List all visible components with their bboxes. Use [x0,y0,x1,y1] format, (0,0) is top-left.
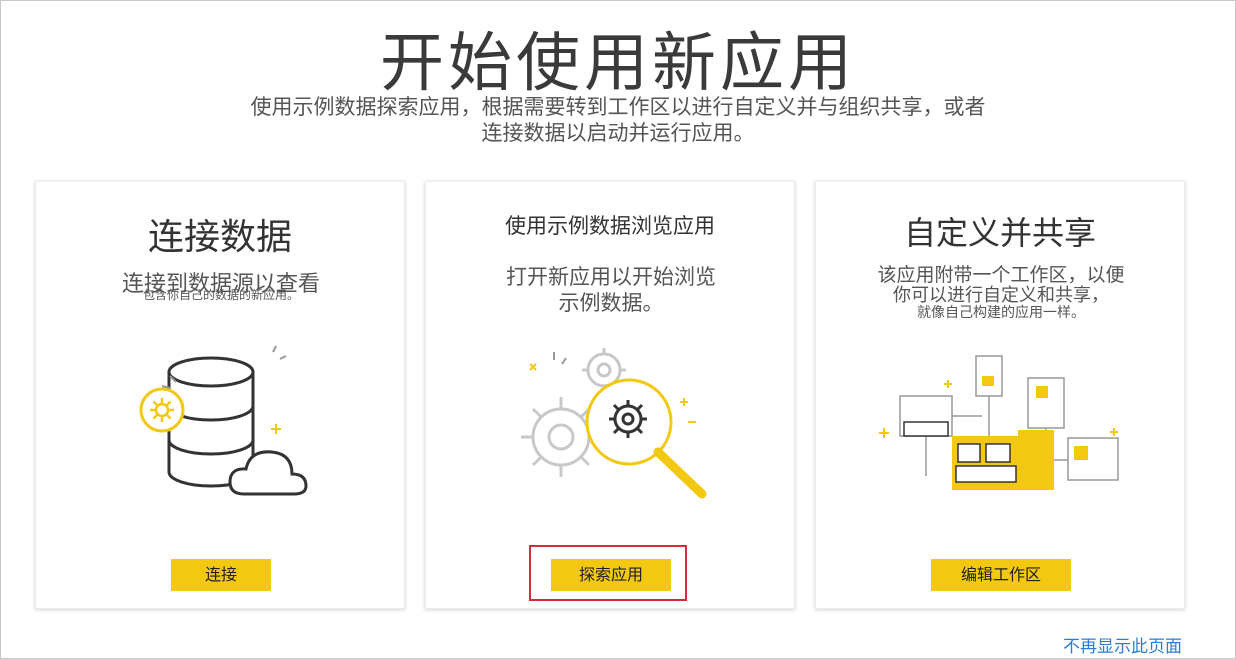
dont-show-again-link[interactable]: 不再显示此页面 [1063,632,1182,657]
card-desc-line-3: 就像自己构建的应用一样。 [917,305,1085,321]
card-desc-line-1: 打开新应用以开始浏览 [506,265,716,289]
card-connect-data: 连接数据 连接到数据源以查看 包含你自己的数据的新应用。 连接 [35,181,405,609]
card-title: 连接数据 [147,217,292,258]
subtitle-line-2: 连接数据以启动并运行应用。 [481,121,755,145]
card-title: 自定义并共享 [903,214,1096,252]
page-title: 开始使用新应用 [380,27,856,101]
card-desc-line-2: 包含你自己的数据的新应用。 [142,288,299,302]
edit-workspace-button[interactable]: 编辑工作区 [931,559,1071,591]
subtitle-line-1: 使用示例数据探索应用，根据需要转到工作区以进行自定义并与组织共享，或者 [250,95,986,119]
page-subtitle: 使用示例数据探索应用，根据需要转到工作区以进行自定义并与组织共享，或者 连接数据… [150,94,1086,146]
card-customize-share: 自定义并共享 该应用附带一个工作区，以便 你可以进行自定义和共享， 就像自己构建… [815,181,1185,609]
dashboard-workspace-icon [879,355,1119,490]
card-desc-line-1: 该应用附带一个工作区，以便 [877,264,1125,286]
card-title: 使用示例数据浏览应用 [505,214,715,238]
database-cloud-gear-icon [139,345,308,496]
card-desc-line-2: 示例数据。 [558,291,664,315]
card-desc-line-2: 你可以进行自定义和共享， [893,285,1109,306]
gears-magnifier-icon [521,348,707,499]
explore-button-highlight [529,545,687,601]
connect-button[interactable]: 连接 [171,559,271,591]
